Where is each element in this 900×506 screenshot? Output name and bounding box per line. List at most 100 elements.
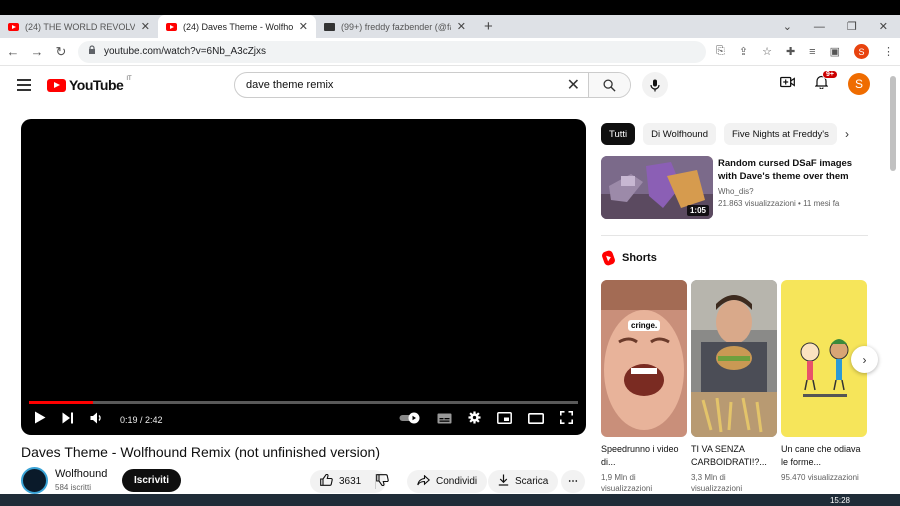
video-duration: 1:05 [686,205,709,216]
filter-chips: Tutti Di Wolfhound Five Nights at Freddy… [601,123,837,145]
back-arrow-icon[interactable]: ← [6,44,20,59]
short-thumbnail-2[interactable] [691,280,777,437]
short-title-1[interactable]: Speedrunno i video di... [601,443,689,469]
video-player[interactable]: 0:19 / 2:42 [21,119,586,435]
next-video-icon[interactable] [62,411,74,429]
recommended-title[interactable]: Random cursed DSaF images with Dave's th… [718,157,868,183]
download-icon [498,474,509,489]
create-video-icon[interactable] [780,75,795,93]
close-window-icon[interactable]: ✕ [879,20,888,33]
youtube-favicon-icon [8,22,19,31]
thumbs-up-icon [320,473,333,489]
short-thumbnail-1[interactable]: cringe. [601,280,687,437]
tab-title: (24) THE WORLD REVOLVING - YouTube [25,21,135,32]
clear-search-icon[interactable]: ✕ [567,75,588,95]
chips-next-chevron-icon[interactable]: › [845,127,849,141]
short-views-2: 3,3 Mln di visualizzazioni [691,473,743,493]
chip-from-channel[interactable]: Di Wolfhound [643,123,716,145]
short-overlay-text: cringe. [628,320,661,331]
channel-name[interactable]: Wolfhound [55,468,107,480]
divider [601,235,868,236]
header-actions: 9+ S [780,69,870,95]
youtube-header: YouTube IT dave theme remix ✕ 9+ S [0,66,900,106]
dislike-button[interactable] [366,470,399,493]
shorts-heading: Shorts [600,249,657,267]
country-code: IT [126,76,132,82]
browser-menu-kebab-icon[interactable]: ⋮ [883,45,894,58]
short-title-3[interactable]: Un cane che odiava le forme... [781,443,869,469]
reading-list-icon[interactable]: ≡ [809,46,815,58]
account-avatar[interactable]: S [848,73,870,95]
fullscreen-icon[interactable] [560,411,573,429]
tab-close-icon[interactable]: ✕ [457,20,466,33]
url-omnibox[interactable]: youtube.com/watch?v=6Nb_A3cZjxs [78,40,707,63]
youtube-play-logo-icon [47,78,66,92]
like-count: 3631 [339,476,362,487]
miniplayer-icon[interactable] [497,411,512,429]
new-tab-plus-icon[interactable]: + [474,18,503,38]
voice-search-mic-icon[interactable] [642,72,668,98]
search-button[interactable] [588,73,630,97]
autoplay-toggle-icon[interactable] [399,411,421,429]
tab-title: (99+) freddy fazbender (@fazbender) [341,21,451,32]
player-controls: 0:19 / 2:42 [21,409,586,431]
recommended-video[interactable]: 1:05 Random cursed DSaF images with Dave… [601,156,871,220]
taskbar-clock: 15:28 [829,496,850,505]
search-input[interactable]: dave theme remix [235,79,567,91]
recommended-meta: 21.863 visualizzazioni • 11 mesi fa [718,199,840,208]
share-icon[interactable]: ⇪ [739,45,748,58]
thumbs-down-icon [376,474,389,489]
side-panel-icon[interactable]: ▣ [830,45,840,58]
tab-search-chevron-icon[interactable]: ⌄ [783,20,792,33]
subscribe-button[interactable]: Iscriviti [122,469,182,492]
tab-close-icon[interactable]: ✕ [299,20,308,33]
chip-fnaf[interactable]: Five Nights at Freddy's [723,123,837,145]
forward-arrow-icon[interactable]: → [30,44,44,59]
video-title: Daves Theme - Wolfhound Remix (not unfin… [21,444,380,460]
url-text: youtube.com/watch?v=6Nb_A3cZjxs [104,46,267,57]
player-progress-bar[interactable] [29,401,578,404]
page-scrollbar[interactable] [890,76,896,171]
restore-icon[interactable]: ❐ [847,20,857,33]
extensions-puzzle-icon[interactable]: ✚ [786,45,795,58]
browser-profile-avatar[interactable]: S [854,44,869,59]
theater-mode-icon[interactable] [528,411,544,429]
browser-tab-2[interactable]: (24) Daves Theme - Wolfhound Remix ✕ [158,15,316,38]
extension-toolbar: ⎘ ⇪ ☆ ✚ ≡ ▣ S ⋮ [716,44,894,59]
download-label: Scarica [515,476,549,487]
download-button[interactable]: Scarica [488,470,559,493]
address-bar-row: ← → ↻ youtube.com/watch?v=6Nb_A3cZjxs ⎘ … [0,38,900,66]
minimize-icon[interactable]: — [814,21,825,33]
shorts-next-chevron-icon[interactable]: › [851,346,878,373]
play-icon[interactable] [34,411,46,429]
search-icon [603,78,616,92]
recommended-channel[interactable]: Who_dis? [718,187,754,196]
lock-icon [88,45,96,58]
subtitles-icon[interactable] [437,411,452,429]
channel-avatar[interactable] [21,467,48,494]
reload-icon[interactable]: ↻ [54,44,68,60]
chip-all[interactable]: Tutti [601,123,636,145]
player-time: 0:19 / 2:42 [120,415,163,425]
player-right-controls [399,411,573,429]
bookmark-star-icon[interactable]: ☆ [762,45,772,58]
shorts-heading-label: Shorts [622,252,657,264]
settings-gear-icon[interactable] [468,411,481,429]
browser-tab-1[interactable]: (24) THE WORLD REVOLVING - YouTube ✕ [0,15,158,38]
more-actions-kebab-icon[interactable]: ⋯ [561,470,585,493]
notifications-bell-icon[interactable]: 9+ [814,69,838,94]
browser-tab-3[interactable]: (99+) freddy fazbender (@fazbender) ✕ [316,15,474,38]
volume-icon[interactable] [90,411,104,429]
install-app-icon[interactable]: ⎘ [716,45,725,58]
short-views-3: 95.470 visualizzazioni [781,473,859,482]
search-box: dave theme remix ✕ [234,72,631,98]
tab-title: (24) Daves Theme - Wolfhound Remix [183,21,293,32]
notification-count-badge: 9+ [822,69,838,79]
short-title-2[interactable]: TI VA SENZA CARBOIDRATI!?... [691,443,779,469]
share-button[interactable]: Condividi [407,470,488,493]
hamburger-menu-icon[interactable] [17,79,31,94]
browser-tab-strip: (24) THE WORLD REVOLVING - YouTube ✕ (24… [0,15,900,38]
tab-close-icon[interactable]: ✕ [141,20,150,33]
youtube-logo[interactable]: YouTube IT [47,76,132,93]
recommended-thumbnail[interactable]: 1:05 [601,156,713,219]
